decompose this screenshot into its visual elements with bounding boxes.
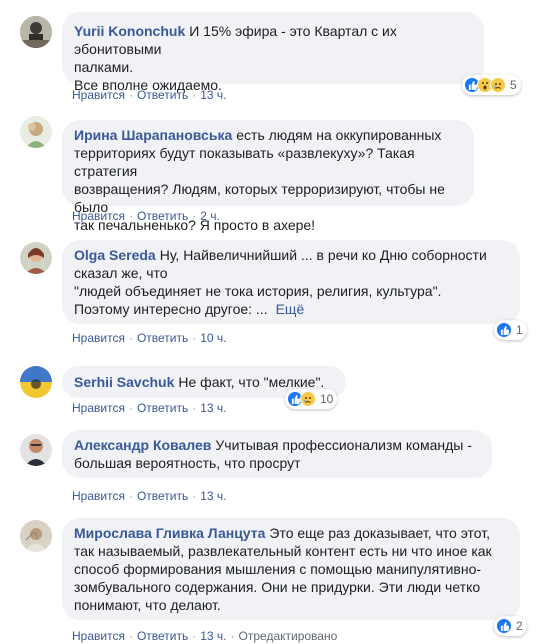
reactions-summary[interactable]: 1: [494, 320, 527, 340]
comment-bubble: Olga Sereda Ну, Найвеличнийший ... в речи…: [62, 240, 520, 324]
reply-link[interactable]: Ответить: [137, 401, 188, 415]
separator: ·: [192, 629, 197, 643]
timestamp[interactable]: 13 ч.: [200, 401, 226, 415]
avatar[interactable]: [20, 116, 52, 148]
avatar[interactable]: [20, 434, 52, 466]
like-link[interactable]: Нравится: [72, 629, 125, 643]
avatar-photo-icon: [20, 434, 52, 466]
avatar-photo-icon: [20, 116, 52, 148]
like-link[interactable]: Нравится: [72, 489, 125, 503]
separator: ·: [128, 489, 133, 503]
separator: ·: [192, 331, 197, 345]
separator: ·: [192, 88, 197, 102]
reactions-summary[interactable]: 5: [462, 75, 521, 95]
timestamp[interactable]: 13 ч.: [200, 489, 226, 503]
like-link[interactable]: Нравится: [72, 331, 125, 345]
separator: ·: [128, 88, 133, 102]
reactions-count: 2: [516, 619, 523, 633]
comment-author[interactable]: Olga Sereda: [74, 247, 156, 263]
sad-reaction-icon: [490, 77, 506, 93]
comment-actions: Нравится · Ответить · 13 ч. · Отредактировано: [72, 628, 337, 644]
separator: ·: [128, 629, 133, 643]
timestamp[interactable]: 13 ч.: [200, 629, 226, 643]
comment-author[interactable]: Yurii Kononchuk: [74, 23, 185, 39]
reactions-count: 1: [516, 323, 523, 337]
reply-link[interactable]: Ответить: [137, 331, 188, 345]
reactions-summary[interactable]: 2: [494, 616, 527, 636]
timestamp[interactable]: 2 ч.: [200, 209, 220, 223]
like-link[interactable]: Нравится: [72, 401, 125, 415]
separator: ·: [128, 401, 133, 415]
like-link[interactable]: Нравится: [72, 88, 125, 102]
comment-author[interactable]: Мирослава Гливка Ланцута: [74, 525, 265, 541]
comment-actions: Нравится · Ответить · 13 ч.: [72, 87, 227, 103]
separator: ·: [128, 209, 133, 223]
reactions-summary[interactable]: 10: [285, 389, 338, 409]
avatar[interactable]: [20, 520, 52, 552]
timestamp[interactable]: 13 ч.: [200, 88, 226, 102]
comment-actions: Нравится · Ответить · 10 ч.: [72, 330, 227, 346]
separator: ·: [192, 401, 197, 415]
avatar-photo-icon: [20, 16, 52, 48]
avatar-photo-icon: [20, 520, 52, 552]
avatar[interactable]: [20, 366, 52, 398]
see-more-link[interactable]: Ещё: [276, 301, 305, 317]
avatar-photo-icon: [20, 242, 52, 274]
sad-reaction-icon: [300, 391, 316, 407]
comment-actions: Нравится · Ответить · 2 ч.: [72, 208, 220, 224]
comment-bubble: Yurii Kononchuk И 15% эфира - это Квартал…: [62, 12, 484, 93]
comment-author[interactable]: Ирина Шарапановська: [74, 127, 232, 143]
like-reaction-icon: [496, 618, 512, 634]
separator: ·: [192, 209, 197, 223]
comment-bubble: Александр Ковалев Учитывая профессионализ…: [62, 430, 492, 478]
reactions-count: 10: [320, 392, 334, 406]
like-link[interactable]: Нравится: [72, 209, 125, 223]
comment-text: Не факт, что "мелкие".: [178, 374, 325, 390]
separator: ·: [192, 489, 197, 503]
reply-link[interactable]: Ответить: [137, 209, 188, 223]
separator: ·: [128, 331, 133, 345]
avatar-flag-icon: [20, 366, 52, 398]
reply-link[interactable]: Ответить: [137, 629, 188, 643]
edited-label: Отредактировано: [238, 629, 338, 643]
timestamp[interactable]: 10 ч.: [200, 331, 226, 345]
comment-bubble: Ирина Шарапановська есть людям на оккупир…: [62, 120, 474, 233]
comment-actions: Нравится · Ответить · 13 ч.: [72, 488, 227, 504]
reactions-count: 5: [510, 78, 517, 92]
reply-link[interactable]: Ответить: [137, 489, 188, 503]
comment-author[interactable]: Александр Ковалев: [74, 437, 211, 453]
comment-author[interactable]: Serhii Savchuk: [74, 374, 174, 390]
comment-actions: Нравится · Ответить · 13 ч.: [72, 400, 227, 416]
avatar[interactable]: [20, 242, 52, 274]
separator: ·: [230, 629, 235, 643]
reply-link[interactable]: Ответить: [137, 88, 188, 102]
like-reaction-icon: [496, 322, 512, 338]
avatar[interactable]: [20, 16, 52, 48]
comment-bubble: Мирослава Гливка Ланцута Это еще раз дока…: [62, 518, 520, 620]
